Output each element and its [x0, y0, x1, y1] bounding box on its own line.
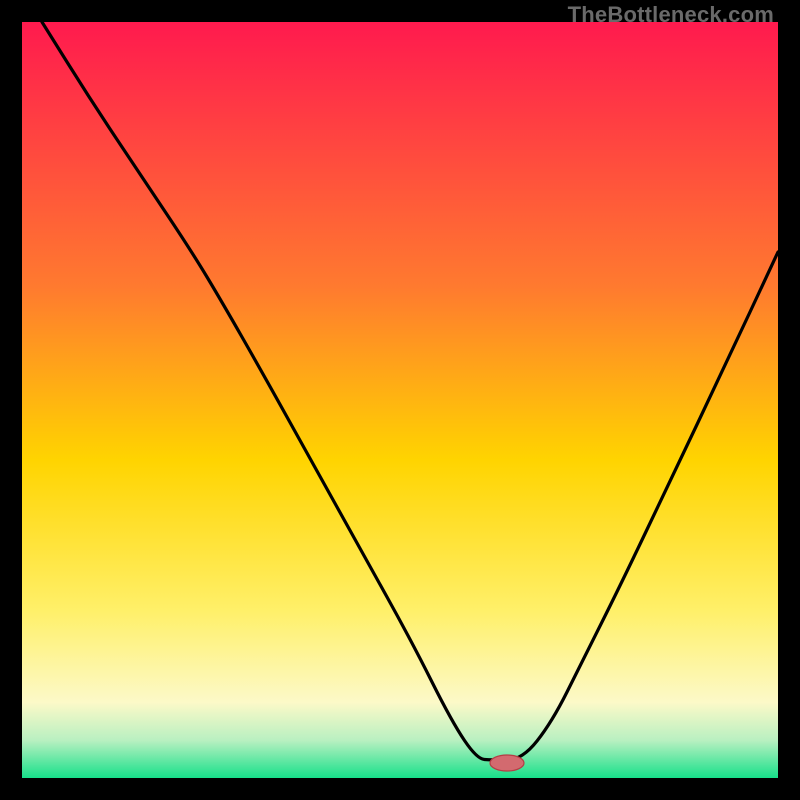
- watermark-text: TheBottleneck.com: [568, 2, 774, 28]
- plot-area: [22, 22, 778, 778]
- gradient-bg: [22, 22, 778, 778]
- chart-svg: [22, 22, 778, 778]
- chart-frame: TheBottleneck.com: [0, 0, 800, 800]
- optimal-marker: [490, 755, 524, 771]
